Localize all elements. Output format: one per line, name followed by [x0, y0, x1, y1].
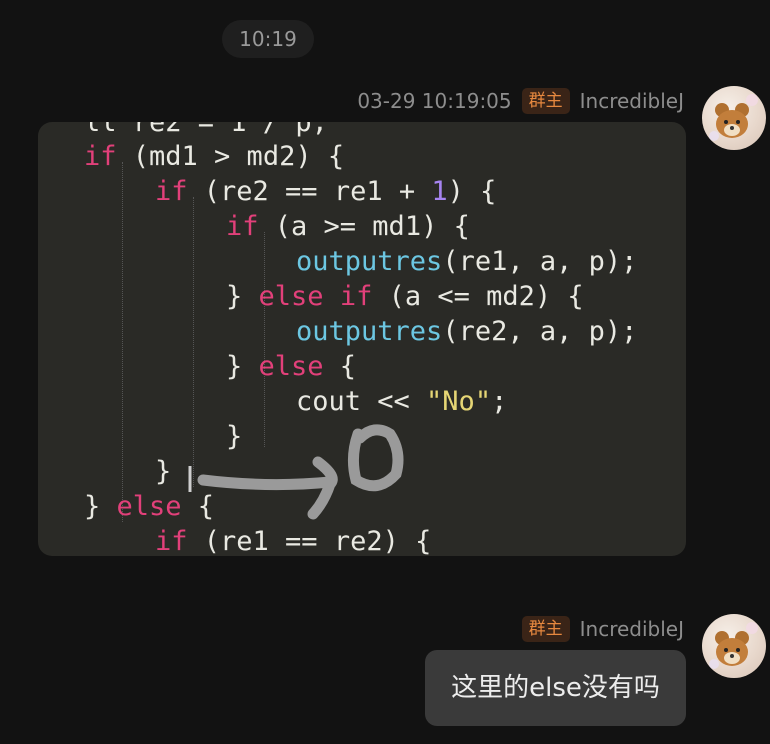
bear-avatar-icon	[709, 622, 758, 669]
sender-name[interactable]: IncredibleJ	[580, 89, 684, 113]
message-timestamp: 03-29 10:19:05	[357, 89, 512, 113]
message-bubble[interactable]: 这里的else没有吗	[425, 650, 686, 726]
message-header: 03-29 10:19:05 群主 IncredibleJ	[357, 87, 684, 115]
sender-name[interactable]: IncredibleJ	[580, 617, 684, 641]
hand-drawn-annotation	[188, 424, 404, 520]
owner-badge: 群主	[521, 616, 570, 642]
bear-avatar-icon	[709, 94, 758, 141]
owner-badge: 群主	[521, 88, 570, 114]
code-screenshot-image[interactable]: ll re2 = 1 / p; if (md1 > md2) { if (re2…	[38, 122, 686, 556]
hand-drawn-arrow-icon	[197, 474, 336, 491]
sender-avatar[interactable]	[702, 614, 766, 678]
message-header: 群主 IncredibleJ	[521, 615, 684, 643]
time-divider: 10:19	[222, 20, 314, 58]
hand-drawn-circle-icon	[347, 424, 404, 492]
sender-avatar[interactable]	[702, 86, 766, 150]
